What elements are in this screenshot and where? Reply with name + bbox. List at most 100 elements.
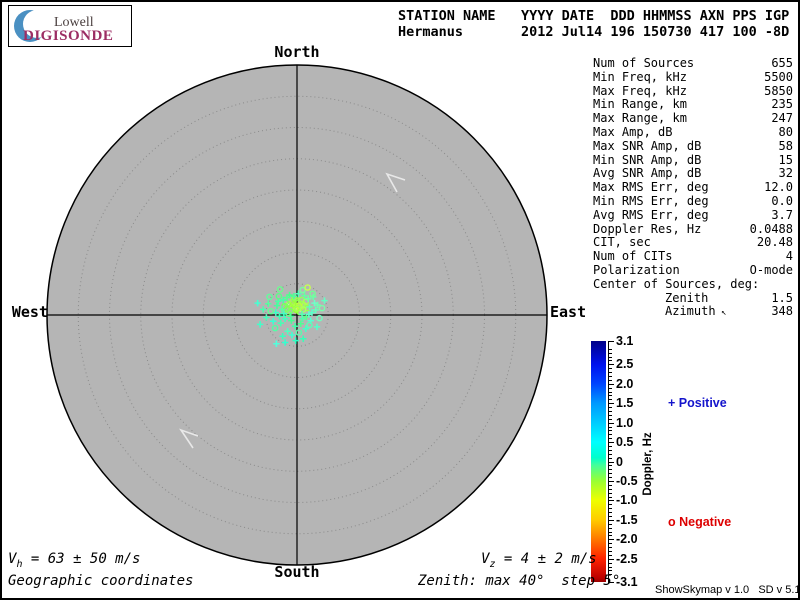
colorbar-minor-tick — [608, 477, 612, 478]
stat-row: Max Range, km 247 — [593, 112, 793, 126]
positive-doppler-legend: + Positive — [668, 396, 727, 410]
colorbar-minor-tick — [608, 570, 612, 571]
colorbar-major-tick — [608, 539, 614, 540]
stat-label: Avg SNR Amp, dB — [593, 167, 701, 181]
colorbar-tick-label: -1.5 — [616, 513, 638, 527]
colorbar-title: Doppler, Hz — [642, 432, 654, 495]
colorbar-tick-label: -3.1 — [616, 575, 638, 589]
azimuth-direction-arrow-icon: ↖ — [716, 308, 727, 318]
colorbar-tick-label: 0 — [616, 455, 623, 469]
stat-row: Max Freq, kHz5850 — [593, 85, 793, 99]
colorbar-minor-tick — [608, 512, 612, 513]
colorbar-tick-label: 1.5 — [616, 396, 633, 410]
compass-north-label: North — [274, 43, 319, 61]
colorbar-major-tick — [608, 462, 614, 463]
stat-value: O-mode — [750, 264, 793, 278]
colorbar-minor-tick — [608, 419, 612, 420]
colorbar-major-tick — [608, 341, 614, 342]
colorbar-minor-tick — [608, 349, 612, 350]
stat-row: Min Freq, kHz5500 — [593, 71, 793, 85]
colorbar-minor-tick — [608, 504, 612, 505]
colorbar-minor-tick — [608, 551, 612, 552]
stat-row: Center of Sources, deg: — [593, 278, 793, 292]
colorbar-tick-label: 1.0 — [616, 416, 633, 430]
colorbar-minor-tick — [608, 380, 612, 381]
stat-row: Num of Sources655 — [593, 57, 793, 71]
skymap-screen: Lowell DIGISONDE STATION NAME YYYY DATE … — [0, 0, 800, 600]
colorbar-minor-tick — [608, 563, 612, 564]
colorbar-minor-tick — [608, 535, 612, 536]
stat-value: 3.7 — [771, 209, 793, 223]
colorbar-minor-tick — [608, 473, 612, 474]
lowell-digisonde-logo: Lowell DIGISONDE — [8, 5, 132, 47]
stat-row: Avg SNR Amp, dB 32 — [593, 167, 793, 181]
stat-label: Min SNR Amp, dB — [593, 154, 701, 168]
stat-label: Max Amp, dB — [593, 126, 672, 140]
colorbar-minor-tick — [608, 458, 612, 459]
stat-value: 247 — [771, 112, 793, 126]
colorbar-tick-label: 2.5 — [616, 357, 633, 371]
stat-value: 348 — [771, 305, 793, 319]
colorbar-major-tick — [608, 364, 614, 365]
colorbar-major-tick — [608, 423, 614, 424]
colorbar-minor-tick — [608, 489, 612, 490]
stat-row: Azimuth ↖ 348 — [593, 305, 793, 319]
colorbar-major-tick — [608, 559, 614, 560]
compass-south-label: South — [274, 563, 319, 581]
colorbar-minor-tick — [608, 555, 612, 556]
colorbar-tick-label: 2.0 — [616, 377, 633, 391]
colorbar-minor-tick — [608, 567, 612, 568]
stat-value: 5500 — [764, 71, 793, 85]
colorbar-minor-tick — [608, 497, 612, 498]
measurement-stats-panel: Num of Sources655Min Freq, kHz5500Max Fr… — [593, 57, 793, 319]
colorbar-minor-tick — [608, 450, 612, 451]
stat-value: 0.0488 — [750, 223, 793, 237]
stat-label: Doppler Res, Hz — [593, 223, 701, 237]
stat-label: Num of Sources — [593, 57, 694, 71]
header-station-value: Hermanus — [398, 24, 463, 40]
doppler-colorbar — [591, 341, 606, 582]
colorbar-minor-tick — [608, 438, 612, 439]
stat-row: Min SNR Amp, dB15 — [593, 154, 793, 168]
colorbar-minor-tick — [608, 411, 612, 412]
stat-label: Center of Sources, deg: — [593, 278, 759, 292]
stat-label: Num of CITs — [593, 250, 672, 264]
colorbar-minor-tick — [608, 388, 612, 389]
colorbar-minor-tick — [608, 372, 612, 373]
colorbar-major-tick — [608, 384, 614, 385]
stat-row: Avg RMS Err, deg 3.7 — [593, 209, 793, 223]
stat-value: 4 — [786, 250, 793, 264]
colorbar-minor-tick — [608, 493, 612, 494]
colorbar-tick-label: -1.0 — [616, 493, 638, 507]
colorbar-major-tick — [608, 403, 614, 404]
colorbar-minor-tick — [608, 469, 612, 470]
stat-row: Min RMS Err, deg0.0 — [593, 195, 793, 209]
stat-label: Azimuth ↖ — [665, 305, 726, 319]
software-version-label: ShowSkymap v 1.0 SD v 5.1 — [655, 584, 800, 596]
stat-value: 32 — [779, 167, 793, 181]
stat-label: Zenith — [665, 292, 708, 306]
colorbar-minor-tick — [608, 376, 612, 377]
colorbar-minor-tick — [608, 547, 612, 548]
stat-value: 1.5 — [771, 292, 793, 306]
stat-row: CIT, sec20.48 — [593, 236, 793, 250]
stat-label: Max Range, km — [593, 112, 687, 126]
colorbar-tick-label: 0.5 — [616, 435, 633, 449]
logo-text-digisonde: DIGISONDE — [23, 28, 113, 45]
colorbar-minor-tick — [608, 415, 612, 416]
stat-label: Max Freq, kHz — [593, 85, 687, 99]
stat-label: Avg RMS Err, deg — [593, 209, 709, 223]
colorbar-minor-tick — [608, 427, 612, 428]
colorbar-major-tick — [608, 481, 614, 482]
horizontal-velocity-readout: Vh = 63 ± 50 m/s — [8, 551, 140, 570]
colorbar-minor-tick — [608, 395, 612, 396]
header-columns-label: YYYY DATE DDD HHMMSS AXN PPS IGP — [521, 8, 789, 24]
colorbar-tick-label: -2.0 — [616, 532, 638, 546]
colorbar-minor-tick — [608, 360, 612, 361]
stat-value: 0.0 — [771, 195, 793, 209]
stat-value: 20.48 — [757, 236, 793, 250]
colorbar-major-tick — [608, 442, 614, 443]
stat-row: Max RMS Err, deg12.0 — [593, 181, 793, 195]
colorbar-minor-tick — [608, 516, 612, 517]
colorbar-minor-tick — [608, 399, 612, 400]
